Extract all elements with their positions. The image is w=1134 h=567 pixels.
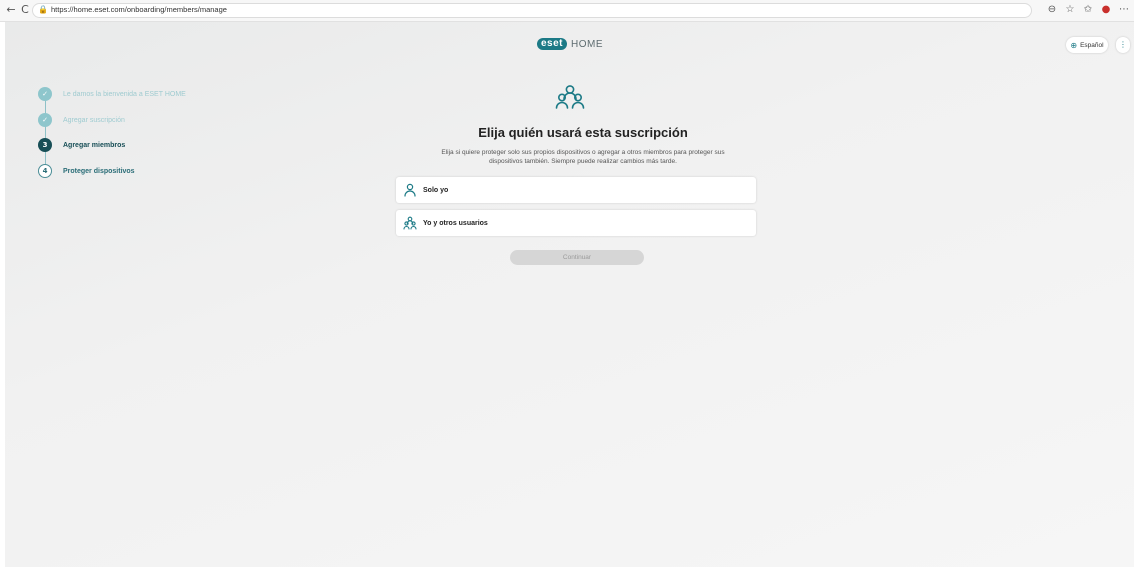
option-only-me[interactable]: Solo yo xyxy=(396,177,756,203)
page-description: Elija si quiere proteger solo sus propio… xyxy=(413,148,753,166)
reload-icon[interactable]: C xyxy=(18,3,32,17)
step-add-members: 3 Agregar miembros xyxy=(38,137,125,153)
check-icon: ✓ xyxy=(38,87,52,101)
step-number: 4 xyxy=(38,164,52,178)
description-line: Elija si quiere proteger solo sus propio… xyxy=(441,149,725,156)
back-icon[interactable]: ← xyxy=(4,3,18,17)
option-label: Yo y otros usuarios xyxy=(423,219,488,227)
logo-text: HOME xyxy=(571,38,604,50)
zoom-icon[interactable]: ⊖ xyxy=(1046,3,1058,17)
option-me-and-others[interactable]: Yo y otros usuarios xyxy=(396,210,756,236)
continue-button[interactable]: Continuar xyxy=(510,250,644,265)
step-label: Agregar suscripción xyxy=(63,116,125,124)
address-bar[interactable]: 🔒 https://home.eset.com/onboarding/membe… xyxy=(32,3,1032,18)
description-line: dispositivos también. Siempre puede real… xyxy=(489,158,677,165)
favorites-icon[interactable]: ✩ xyxy=(1082,3,1094,17)
browser-tools: ⊖ ☆ ✩ ● ⋯ xyxy=(1046,3,1130,17)
check-icon: ✓ xyxy=(38,113,52,127)
page-title: Elija quién usará esta suscripción xyxy=(478,125,688,140)
language-button[interactable]: ⊕ Español xyxy=(1066,37,1108,53)
extension-icon[interactable]: ● xyxy=(1100,3,1112,17)
globe-icon: ⊕ xyxy=(1070,40,1078,50)
option-label: Solo yo xyxy=(423,186,449,194)
lock-icon: 🔒 xyxy=(38,5,48,14)
logo-badge: eset xyxy=(537,38,568,50)
step-number: 3 xyxy=(38,138,52,152)
step-label: Agregar miembros xyxy=(63,141,126,149)
favorite-star-icon[interactable]: ☆ xyxy=(1064,3,1076,17)
person-icon xyxy=(404,183,416,197)
step-protect-devices: 4 Proteger dispositivos xyxy=(38,163,135,179)
people-group-icon xyxy=(555,85,585,109)
step-label: Le damos la bienvenida a ESET HOME xyxy=(63,90,186,98)
browser-menu-icon[interactable]: ⋯ xyxy=(1118,3,1130,17)
browser-toolbar: ← C 🔒 https://home.eset.com/onboarding/m… xyxy=(0,0,1134,22)
step-welcome: ✓ Le damos la bienvenida a ESET HOME xyxy=(38,86,186,102)
step-label: Proteger dispositivos xyxy=(63,167,135,175)
stepper-line xyxy=(45,96,46,172)
language-label: Español xyxy=(1080,41,1104,49)
people-icon xyxy=(403,216,417,230)
url-text[interactable]: https://home.eset.com/onboarding/members… xyxy=(51,5,227,14)
more-options-button[interactable]: ⋮ xyxy=(1116,37,1130,53)
step-add-subscription: ✓ Agregar suscripción xyxy=(38,112,125,128)
eset-home-logo[interactable]: eset HOME xyxy=(537,37,603,51)
